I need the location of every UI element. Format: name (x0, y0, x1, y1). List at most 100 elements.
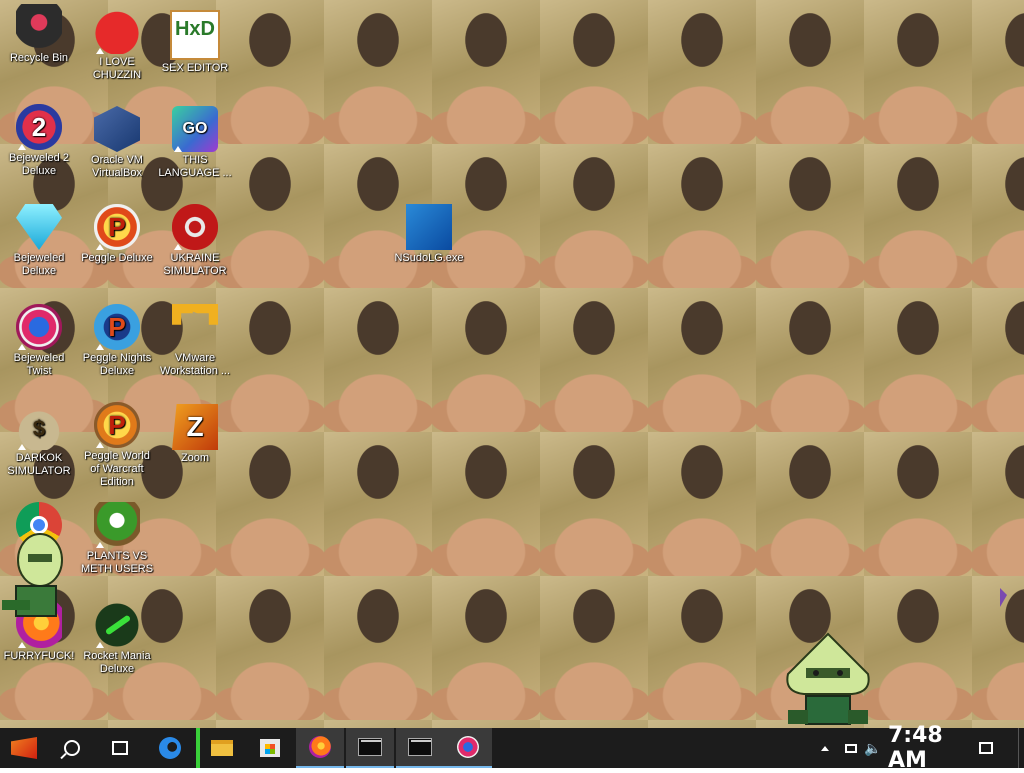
desktop-icon-virtualbox[interactable]: Oracle VM VirtualBox (78, 106, 156, 180)
desktop-icon-label: DARKOK SIMULATOR (7, 452, 71, 477)
desktop-icon-peggle-nights[interactable]: P Peggle Nights Deluxe (78, 304, 156, 378)
shortcut-arrow-icon (96, 642, 104, 648)
golang-icon: GO (172, 106, 218, 152)
desktop-icon-i-love-chuzzin[interactable]: I LOVE CHUZZIN (78, 8, 156, 82)
recycle-bin-icon (16, 4, 62, 50)
desktop-icon-plants-vs-meth-users[interactable]: PLANTS VS METH USERS (78, 502, 156, 576)
desktop-icon-zoom[interactable]: Z Zoom (156, 404, 234, 465)
show-desktop-button[interactable] (1018, 728, 1024, 768)
desktop-icon-label: FURRYFUCK! (3, 650, 75, 662)
icon-glyph-text: HxD (174, 18, 215, 40)
hex-editor-icon: HxD (170, 10, 220, 60)
rocket-mania-icon (94, 602, 140, 648)
search-icon (64, 740, 80, 756)
taskbar-microsoft-store[interactable] (246, 728, 294, 768)
icon-glyph-text: Z (186, 411, 204, 442)
icon-glyph-text: P (108, 312, 126, 342)
desktop-icon-this-language[interactable]: GO THIS LANGUAGE ... (156, 106, 234, 180)
icon-glyph-text: GO (182, 120, 208, 137)
vmware-icon (172, 304, 218, 325)
peggle-nights-icon: P (94, 304, 140, 350)
mouse-cursor-icon (1000, 588, 1007, 607)
desktop-icon-label: I LOVE CHUZZIN (92, 56, 142, 81)
taskbar-clock[interactable]: 7:48 AM (888, 723, 960, 773)
desktop-icon-bejeweled-2[interactable]: 2 Bejeweled 2 Deluxe (0, 104, 78, 178)
desktop-icon-peggle-deluxe[interactable]: P Peggle Deluxe (78, 204, 156, 265)
shortcut-arrow-icon (18, 344, 26, 350)
volume-icon[interactable]: 🔈 (862, 728, 884, 768)
desktop[interactable]: Recycle Bin 2 Bejeweled 2 Deluxe Bejewel… (0, 0, 1024, 728)
desktop-icon-label: UKRAINE SIMULATOR (163, 252, 227, 277)
nsudo-gear-icon (406, 204, 452, 250)
microsoft-store-icon (260, 739, 280, 757)
network-icon[interactable] (840, 728, 862, 768)
desktop-icon-label: PLANTS VS METH USERS (80, 550, 154, 575)
shortcut-arrow-icon (18, 642, 26, 648)
desktop-icon-darkok-simulator[interactable]: $ DARKOK SIMULATOR (0, 404, 78, 478)
virtualbox-icon (94, 106, 140, 152)
shortcut-arrow-icon (96, 344, 104, 350)
taskbar-file-explorer[interactable] (196, 728, 244, 768)
desktop-icon-label: Peggle Deluxe (81, 252, 153, 264)
desktop-icon-label: Zoom (180, 452, 210, 464)
icon-glyph-text: $ (32, 416, 46, 441)
shortcut-arrow-icon (96, 244, 104, 250)
desktop-icon-rocket-mania[interactable]: Rocket Mania Deluxe (78, 602, 156, 676)
file-explorer-icon (211, 740, 233, 756)
desktop-icon-label: VMware Workstation ... (159, 352, 231, 377)
zuma-icon: Z (172, 404, 218, 450)
bejeweled-twist-icon (457, 736, 479, 758)
desktop-icon-label: Bejeweled 2 Deluxe (9, 152, 69, 177)
desktop-icon-ukraine-simulator[interactable]: UKRAINE SIMULATOR (156, 204, 234, 278)
desktop-icon-label: Rocket Mania Deluxe (83, 650, 151, 675)
desktop-icon-label: Peggle World of Warcraft Edition (84, 450, 150, 488)
show-hidden-icons-button[interactable] (816, 728, 834, 768)
shortcut-arrow-icon (18, 444, 26, 450)
peridot-sticker (786, 632, 870, 725)
desktop-icon-label: SEX EDITOR (161, 62, 229, 74)
desktop-icon-vmware-workstation[interactable]: VMware Workstation ... (156, 304, 234, 378)
icon-glyph-text: 2 (31, 112, 47, 142)
bejeweled-gem-icon (16, 204, 62, 250)
firefox-icon (309, 736, 331, 758)
desktop-icon-sex-editor[interactable]: HxD SEX EDITOR (156, 10, 234, 75)
taskbar-bejeweled-twist[interactable] (444, 728, 492, 768)
bejeweled-2-icon: 2 (16, 104, 62, 150)
money-bag-icon: $ (16, 404, 62, 450)
desktop-icon-bejeweled-deluxe[interactable]: Bejeweled Deluxe (0, 204, 78, 278)
peridot-sticker-small (2, 533, 63, 617)
command-prompt-icon (408, 738, 432, 756)
desktop-icon-label: Peggle Nights Deluxe (82, 352, 152, 377)
desktop-icon-label: Oracle VM VirtualBox (91, 154, 143, 179)
desktop-icon-label: Recycle Bin (9, 52, 69, 64)
taskbar-command-prompt-1[interactable] (346, 728, 394, 768)
shortcut-arrow-icon (96, 48, 104, 54)
desktop-icon-label: Bejeweled Twist (13, 352, 65, 377)
start-button[interactable] (0, 728, 48, 768)
desktop-icon-nsudolg[interactable]: NSudoLG.exe (390, 204, 468, 265)
task-view-icon (112, 741, 128, 755)
task-view-button[interactable] (96, 728, 144, 768)
desktop-icon-peggle-wow[interactable]: P Peggle World of Warcraft Edition (78, 402, 156, 489)
shortcut-arrow-icon (18, 144, 26, 150)
start-icon (11, 737, 37, 759)
shortcut-arrow-icon (96, 542, 104, 548)
peggle-wow-icon: P (94, 402, 140, 448)
peggle-icon: P (94, 204, 140, 250)
taskbar: 🔈 7:48 AM (0, 723, 1024, 773)
desktop-icon-bejeweled-twist[interactable]: Bejeweled Twist (0, 304, 78, 378)
taskbar-edge[interactable] (146, 728, 194, 768)
desktop-icon-recycle-bin[interactable]: Recycle Bin (0, 4, 78, 65)
taskbar-firefox[interactable] (296, 728, 344, 768)
plants-vs-zombies-icon (94, 502, 140, 548)
chuzzle-icon (94, 8, 140, 54)
desktop-icon-label: THIS LANGUAGE ... (158, 154, 232, 179)
icon-glyph-text: P (108, 410, 126, 440)
taskbar-command-prompt-2[interactable] (396, 728, 444, 768)
desktop-icon-label: Bejeweled Deluxe (13, 252, 65, 277)
icon-glyph-text: P (108, 212, 126, 242)
notification-center-icon[interactable] (972, 728, 1000, 768)
desktop-icon-label: NSudoLG.exe (394, 252, 464, 264)
search-button[interactable] (48, 728, 96, 768)
radiation-icon (172, 204, 218, 250)
